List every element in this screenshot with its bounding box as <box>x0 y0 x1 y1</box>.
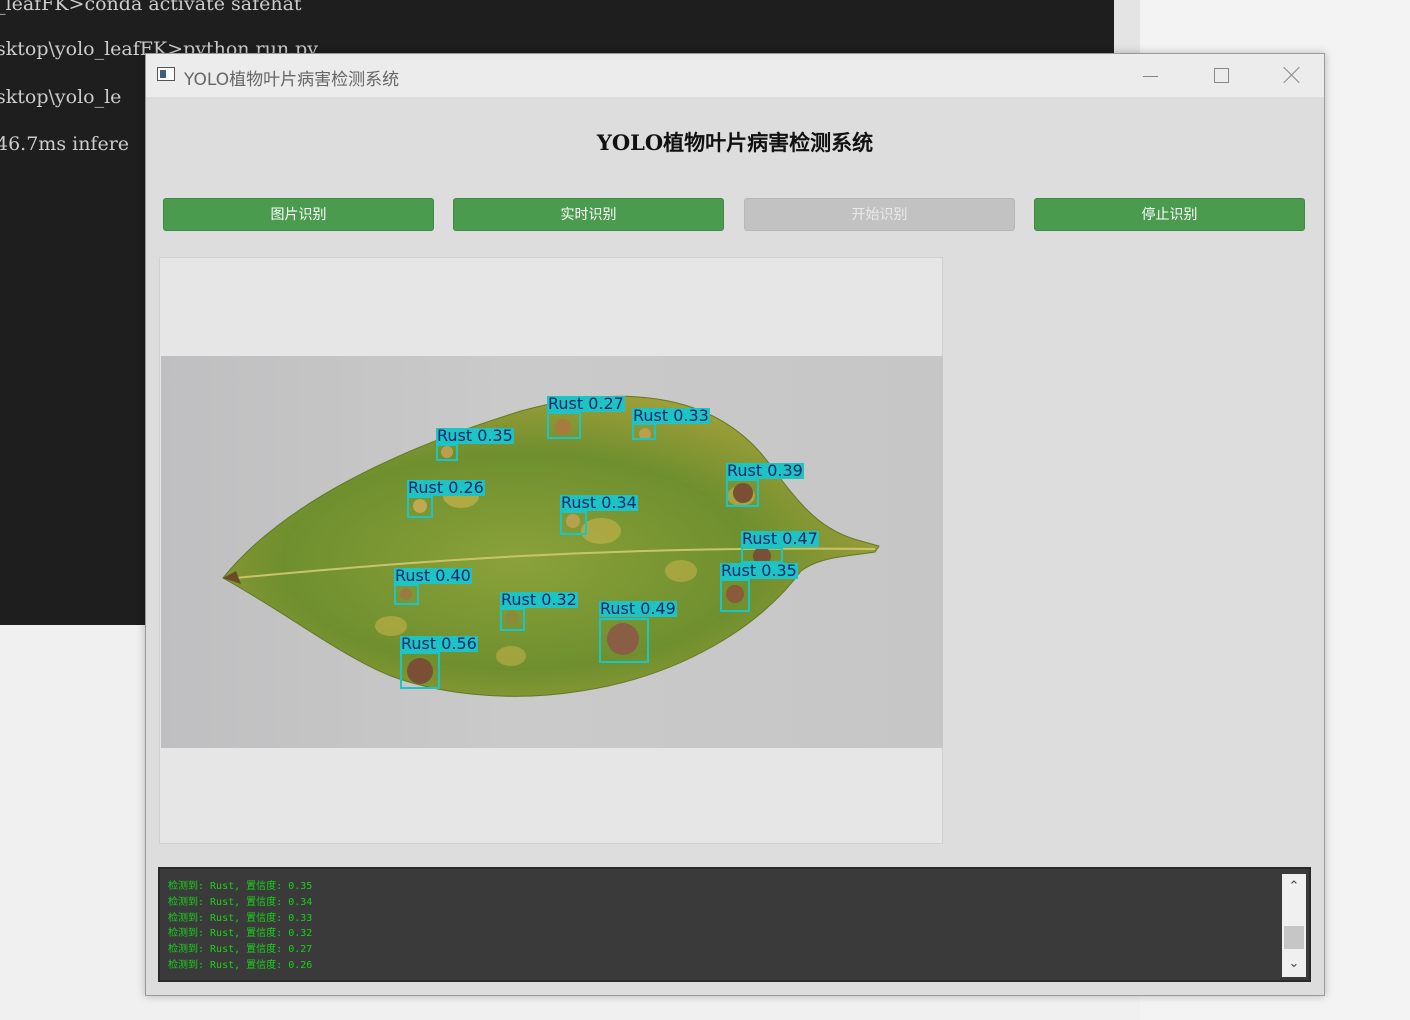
scroll-down-icon[interactable]: ⌄ <box>1282 953 1306 975</box>
app-window-icon <box>157 67 175 81</box>
detection-log[interactable]: 检测到: Rust, 置信度: 0.35 检测到: Rust, 置信度: 0.3… <box>158 867 1311 982</box>
detection-label: Rust 0.47 <box>741 529 819 548</box>
scroll-up-icon[interactable]: ⌃ <box>1282 876 1306 898</box>
window-title: YOLO植物叶片病害检测系统 <box>184 70 400 90</box>
image-recognition-button[interactable]: 图片识别 <box>163 198 434 231</box>
detection-box <box>436 444 458 461</box>
detection-box <box>400 652 440 689</box>
detection-label: Rust 0.34 <box>560 493 638 512</box>
close-button[interactable] <box>1267 62 1313 90</box>
image-display-area: Rust 0.27 Rust 0.33 Rust 0.35 Rust 0.39 … <box>159 257 943 844</box>
maximize-button[interactable] <box>1197 62 1243 90</box>
log-line: 检测到: Rust, 置信度: 0.33 <box>168 912 313 924</box>
scroll-thumb[interactable] <box>1284 926 1304 949</box>
log-line: 检测到: Rust, 置信度: 0.32 <box>168 928 313 940</box>
detection-box <box>394 584 419 605</box>
detection-box <box>560 511 587 535</box>
start-recognition-button: 开始识别 <box>744 198 1015 231</box>
detection-label: Rust 0.49 <box>599 599 677 618</box>
log-line: 检测到: Rust, 置信度: 0.34 <box>168 896 313 908</box>
log-line: 检测到: Rust, 置信度: 0.35 <box>168 881 313 892</box>
detection-label: Rust 0.32 <box>500 590 578 609</box>
detection-box <box>720 579 750 612</box>
terminal-line: sktop\yolo_le <box>0 86 122 108</box>
detection-label: Rust 0.39 <box>726 461 804 480</box>
log-line: 检测到: Rust, 置信度: 0.27 <box>168 944 313 956</box>
log-scrollbar[interactable]: ⌃ ⌄ <box>1282 874 1306 977</box>
detection-box <box>599 618 649 663</box>
detection-label: Rust 0.40 <box>394 566 472 585</box>
detection-label: Rust 0.35 <box>720 561 798 580</box>
terminal-line: 46.7ms infere <box>0 133 130 155</box>
app-window: YOLO植物叶片病害检测系统 YOLO植物叶片病害检测系统 图片识别 实时识别 … <box>145 53 1325 996</box>
log-line: 检测到: Rust, 置信度: 0.26 <box>168 959 313 971</box>
title-bar[interactable]: YOLO植物叶片病害检测系统 <box>146 54 1324 97</box>
detection-label: Rust 0.33 <box>632 406 710 425</box>
terminal-line: _leafFK>conda activate safehat <box>0 0 302 15</box>
detection-box <box>547 412 581 439</box>
detection-box <box>407 496 433 518</box>
page-title: YOLO植物叶片病害检测系统 <box>596 130 874 155</box>
terminal-edge <box>1114 0 1140 53</box>
detection-box <box>632 423 656 440</box>
detection-label: Rust 0.35 <box>436 426 514 445</box>
log-lines: 检测到: Rust, 置信度: 0.35 检测到: Rust, 置信度: 0.3… <box>168 879 312 974</box>
stop-recognition-button[interactable]: 停止识别 <box>1034 198 1305 231</box>
detection-box <box>500 608 525 631</box>
detection-result-image: Rust 0.27 Rust 0.33 Rust 0.35 Rust 0.39 … <box>161 356 943 748</box>
detection-box <box>726 479 759 507</box>
detection-label: Rust 0.56 <box>400 634 478 653</box>
realtime-recognition-button[interactable]: 实时识别 <box>453 198 724 231</box>
detection-label: Rust 0.26 <box>407 478 485 497</box>
minimize-button[interactable] <box>1126 62 1172 90</box>
detection-label: Rust 0.27 <box>547 394 625 413</box>
